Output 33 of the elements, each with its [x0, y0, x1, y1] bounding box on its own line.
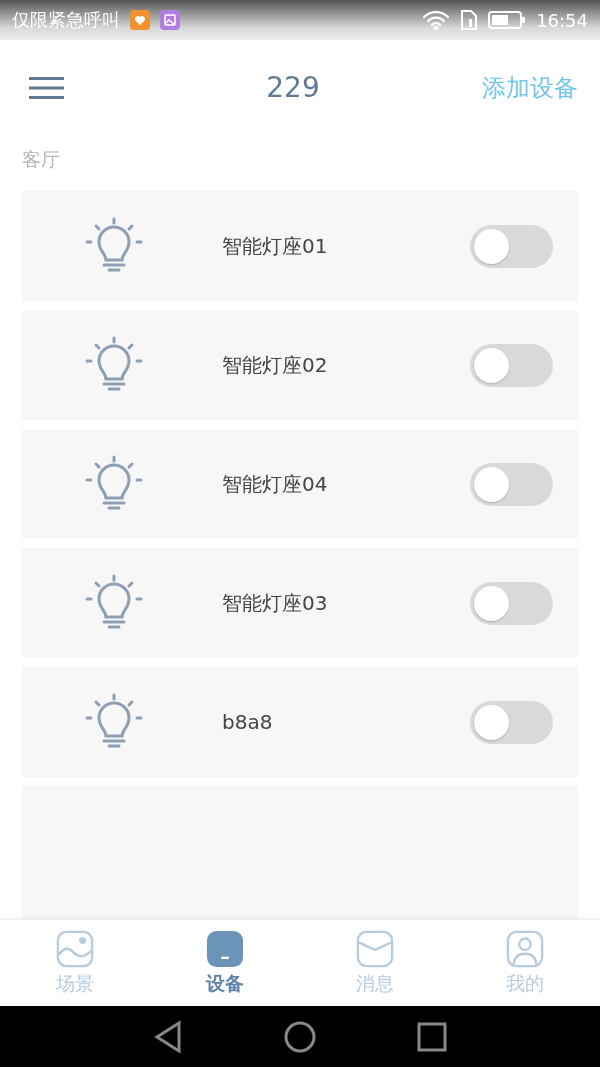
- device-card[interactable]: 智能灯座04: [22, 429, 578, 539]
- toggle-switch[interactable]: [470, 581, 553, 625]
- device-card[interactable]: 智能灯座02: [22, 310, 578, 420]
- device-card[interactable]: b8a8: [22, 667, 578, 777]
- device-name: 智能灯座03: [222, 589, 329, 617]
- clock-text: 16:54: [536, 9, 588, 31]
- toggle-switch[interactable]: [470, 462, 553, 506]
- person-icon: [506, 929, 544, 968]
- back-icon[interactable]: [153, 1019, 183, 1054]
- home-icon[interactable]: [283, 1019, 317, 1054]
- device-card[interactable]: 智能灯座01: [22, 191, 578, 301]
- device-name: 智能灯座02: [222, 351, 329, 379]
- page-title: 229: [266, 71, 320, 104]
- landscape-icon: [56, 929, 94, 968]
- carrier-text: 仅限紧急呼叫: [12, 8, 120, 32]
- device-card[interactable]: 智能灯座03: [22, 548, 578, 658]
- tab[interactable]: 设备: [150, 920, 300, 1006]
- envelope-icon: [356, 929, 394, 968]
- toggle-switch[interactable]: [470, 343, 553, 387]
- image-app-icon: [160, 10, 180, 30]
- toggle-switch[interactable]: [470, 224, 553, 268]
- menu-icon[interactable]: [29, 76, 64, 99]
- device-name: b8a8: [222, 710, 274, 734]
- recent-apps-icon[interactable]: [417, 1021, 447, 1052]
- battery-icon: [488, 10, 527, 30]
- sim-card-icon: [460, 9, 479, 31]
- section-label: 客厅: [22, 147, 61, 172]
- device-name: 智能灯座01: [222, 232, 329, 260]
- heart-app-icon: [130, 10, 150, 30]
- wifi-icon: [422, 10, 451, 30]
- rounded-square-icon: [206, 929, 244, 968]
- toggle-switch[interactable]: [470, 700, 553, 744]
- device-name: 智能灯座04: [222, 470, 329, 498]
